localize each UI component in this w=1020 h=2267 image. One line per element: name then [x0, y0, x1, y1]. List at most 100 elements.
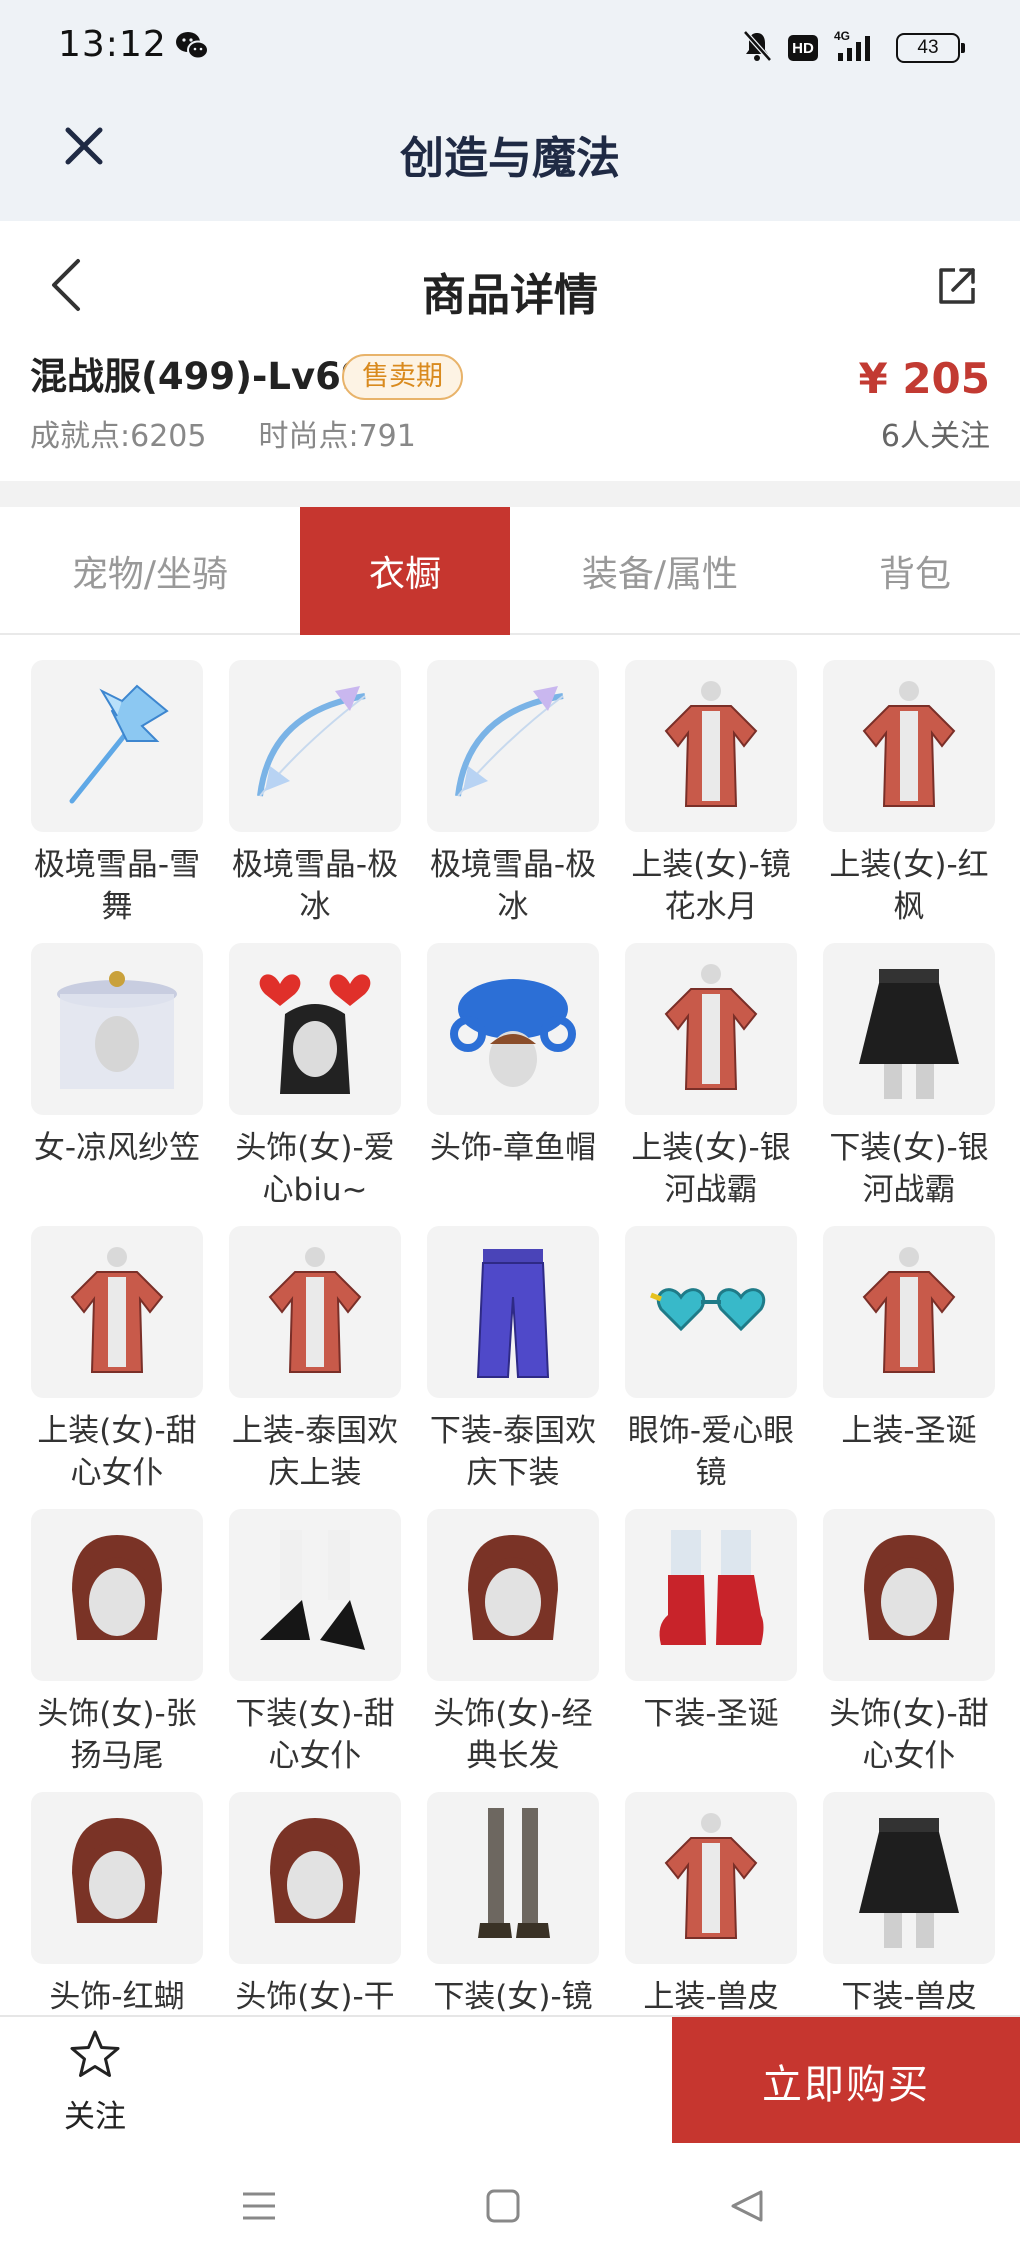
wardrobe-item-label: 头饰(女)-张扬马尾	[37, 1696, 197, 1774]
wardrobe-item[interactable]: 女-凉风纱笠	[18, 943, 216, 1226]
wardrobe-item[interactable]: 下装(女)-镜	[414, 1792, 612, 2015]
wardrobe-item-label: 上装(女)-镜花水月	[631, 847, 791, 925]
share-icon[interactable]	[930, 259, 984, 313]
star-icon	[67, 2027, 123, 2087]
wardrobe-item-label: 眼饰-爱心眼镜	[627, 1413, 795, 1491]
wardrobe-item[interactable]: 极境雪晶-雪舞	[18, 660, 216, 943]
top-garment-icon	[823, 660, 995, 832]
hairstyle-icon	[31, 1509, 203, 1681]
wardrobe-item[interactable]: 上装(女)-甜心女仆	[18, 1226, 216, 1509]
heart-glasses-icon	[625, 1226, 797, 1398]
wardrobe-item[interactable]: 上装(女)-红枫	[810, 660, 1008, 943]
menu-icon[interactable]	[234, 2181, 284, 2231]
top-garment-icon	[823, 1226, 995, 1398]
wardrobe-grid: 极境雪晶-雪舞 极境雪晶-极冰 极境雪晶-极冰 上装(女)-镜花水月 上装(女)-红枫女…	[18, 660, 1008, 2015]
wardrobe-item[interactable]: 上装-泰国欢庆上装	[216, 1226, 414, 1509]
nav-bar: 商品详情	[0, 221, 1020, 351]
heart-headband-icon	[229, 943, 401, 1115]
follower-count: 6人关注	[880, 419, 990, 454]
wardrobe-item-label: 下装-圣诞	[643, 1696, 779, 1732]
wardrobe-item[interactable]: 头饰(女)-干	[216, 1792, 414, 2015]
wardrobe-item-label: 上装(女)-甜心女仆	[37, 1413, 197, 1491]
wardrobe-item[interactable]: 头饰-红蝴	[18, 1792, 216, 2015]
hairstyle-icon	[427, 1509, 599, 1681]
battery-icon: 43	[896, 33, 965, 63]
tab-bar: 宠物/坐骑 衣橱 装备/属性 背包	[0, 507, 1020, 635]
hairstyle-icon	[229, 1792, 401, 1964]
wardrobe-item[interactable]: 眼饰-爱心眼镜	[612, 1226, 810, 1509]
section-divider	[0, 481, 1020, 507]
tab-pets-mounts[interactable]: 宠物/坐骑	[0, 507, 300, 635]
wardrobe-item-label: 极境雪晶-极冰	[231, 847, 399, 925]
app-title-bar: 创造与魔法	[0, 96, 1020, 221]
wardrobe-item[interactable]: 上装(女)-镜花水月	[612, 660, 810, 943]
hairstyle-icon	[823, 1509, 995, 1681]
wardrobe-item[interactable]: 下装(女)-甜心女仆	[216, 1509, 414, 1792]
legs-icon	[427, 1792, 599, 1964]
ice-scythe-icon	[31, 660, 203, 832]
wardrobe-item[interactable]: 下装(女)-银河战霸	[810, 943, 1008, 1226]
status-time: 13:12	[58, 24, 167, 65]
wardrobe-item-label: 下装(女)-甜心女仆	[235, 1696, 395, 1774]
wardrobe-item[interactable]: 极境雪晶-极冰	[414, 660, 612, 943]
wardrobe-item-label: 上装(女)-红枫	[829, 847, 989, 925]
status-icons: HD 4G 43	[742, 28, 965, 68]
product-info: 混战服(499)-Lv69 售卖期 成就点:6205 时尚点:791 ¥ 205 …	[0, 351, 1020, 481]
wardrobe-item[interactable]: 上装-兽皮	[612, 1792, 810, 2015]
tab-equipment-attributes[interactable]: 装备/属性	[510, 507, 810, 635]
octopus-hat-icon	[427, 943, 599, 1115]
price: ¥ 205	[858, 354, 990, 403]
wardrobe-item[interactable]: 极境雪晶-极冰	[216, 660, 414, 943]
wardrobe-item-label: 极境雪晶-极冰	[429, 847, 597, 925]
achievement-points: 成就点:6205	[30, 419, 206, 454]
wardrobe-item-label: 下装(女)-镜	[433, 1979, 593, 2015]
wardrobe-item[interactable]: 头饰(女)-爱心biu~	[216, 943, 414, 1226]
wardrobe-item-label: 下装-兽皮	[841, 1979, 977, 2015]
boots-icon	[625, 1509, 797, 1681]
wardrobe-item[interactable]: 头饰(女)-甜心女仆	[810, 1509, 1008, 1792]
wardrobe-item-label: 极境雪晶-雪舞	[33, 847, 201, 925]
wardrobe-item-label: 上装-圣诞	[841, 1413, 977, 1449]
wardrobe-item[interactable]: 上装-圣诞	[810, 1226, 1008, 1509]
wardrobe-item-label: 头饰(女)-爱心biu~	[235, 1130, 395, 1208]
system-navigation-bar	[0, 2143, 1020, 2267]
wardrobe-item[interactable]: 头饰(女)-张扬马尾	[18, 1509, 216, 1792]
wardrobe-item-label: 头饰(女)-经典长发	[433, 1696, 593, 1774]
wardrobe-item[interactable]: 下装-圣诞	[612, 1509, 810, 1792]
follow-button[interactable]: 关注	[40, 2027, 150, 2137]
wardrobe-item-label: 女-凉风纱笠	[33, 1130, 201, 1166]
buy-now-button[interactable]: 立即购买	[672, 2017, 1020, 2145]
wardrobe-item-label: 头饰(女)-甜心女仆	[829, 1696, 989, 1774]
back-triangle-icon[interactable]	[722, 2181, 772, 2231]
shoes-icon	[229, 1509, 401, 1681]
follow-label: 关注	[64, 2099, 126, 2135]
page-title: 商品详情	[422, 270, 598, 321]
wardrobe-item[interactable]: 下装-兽皮	[810, 1792, 1008, 2015]
signal-icon: 4G	[834, 29, 880, 67]
top-garment-icon	[229, 1226, 401, 1398]
top-garment-icon	[31, 1226, 203, 1398]
wechat-icon	[174, 30, 210, 62]
pants-icon	[427, 1226, 599, 1398]
home-square-icon[interactable]	[478, 2181, 528, 2231]
wardrobe-item[interactable]: 下装-泰国欢庆下装	[414, 1226, 612, 1509]
achievement-label: 成就点:	[30, 419, 131, 454]
skirt-icon	[823, 1792, 995, 1964]
wardrobe-item[interactable]: 头饰-章鱼帽	[414, 943, 612, 1226]
fashion-label: 时尚点:	[258, 419, 359, 454]
wardrobe-item-label: 下装-泰国欢庆下装	[429, 1413, 597, 1491]
tab-wardrobe[interactable]: 衣橱	[300, 507, 510, 635]
wardrobe-item[interactable]: 头饰(女)-经典长发	[414, 1509, 612, 1792]
top-garment-icon	[625, 1792, 797, 1964]
tab-backpack[interactable]: 背包	[810, 507, 1020, 635]
ice-bow-icon	[427, 660, 599, 832]
top-garment-icon	[625, 660, 797, 832]
wardrobe-item[interactable]: 上装(女)-银河战霸	[612, 943, 810, 1226]
hd-badge: HD	[788, 35, 818, 61]
status-bar: 13:12 HD 4G 43	[0, 0, 1020, 96]
product-stats: 成就点:6205 时尚点:791	[30, 415, 468, 459]
wardrobe-item-label: 上装-兽皮	[643, 1979, 779, 2015]
veil-hat-icon	[31, 943, 203, 1115]
wardrobe-item-label: 头饰-红蝴	[49, 1979, 185, 2015]
skirt-icon	[823, 943, 995, 1115]
